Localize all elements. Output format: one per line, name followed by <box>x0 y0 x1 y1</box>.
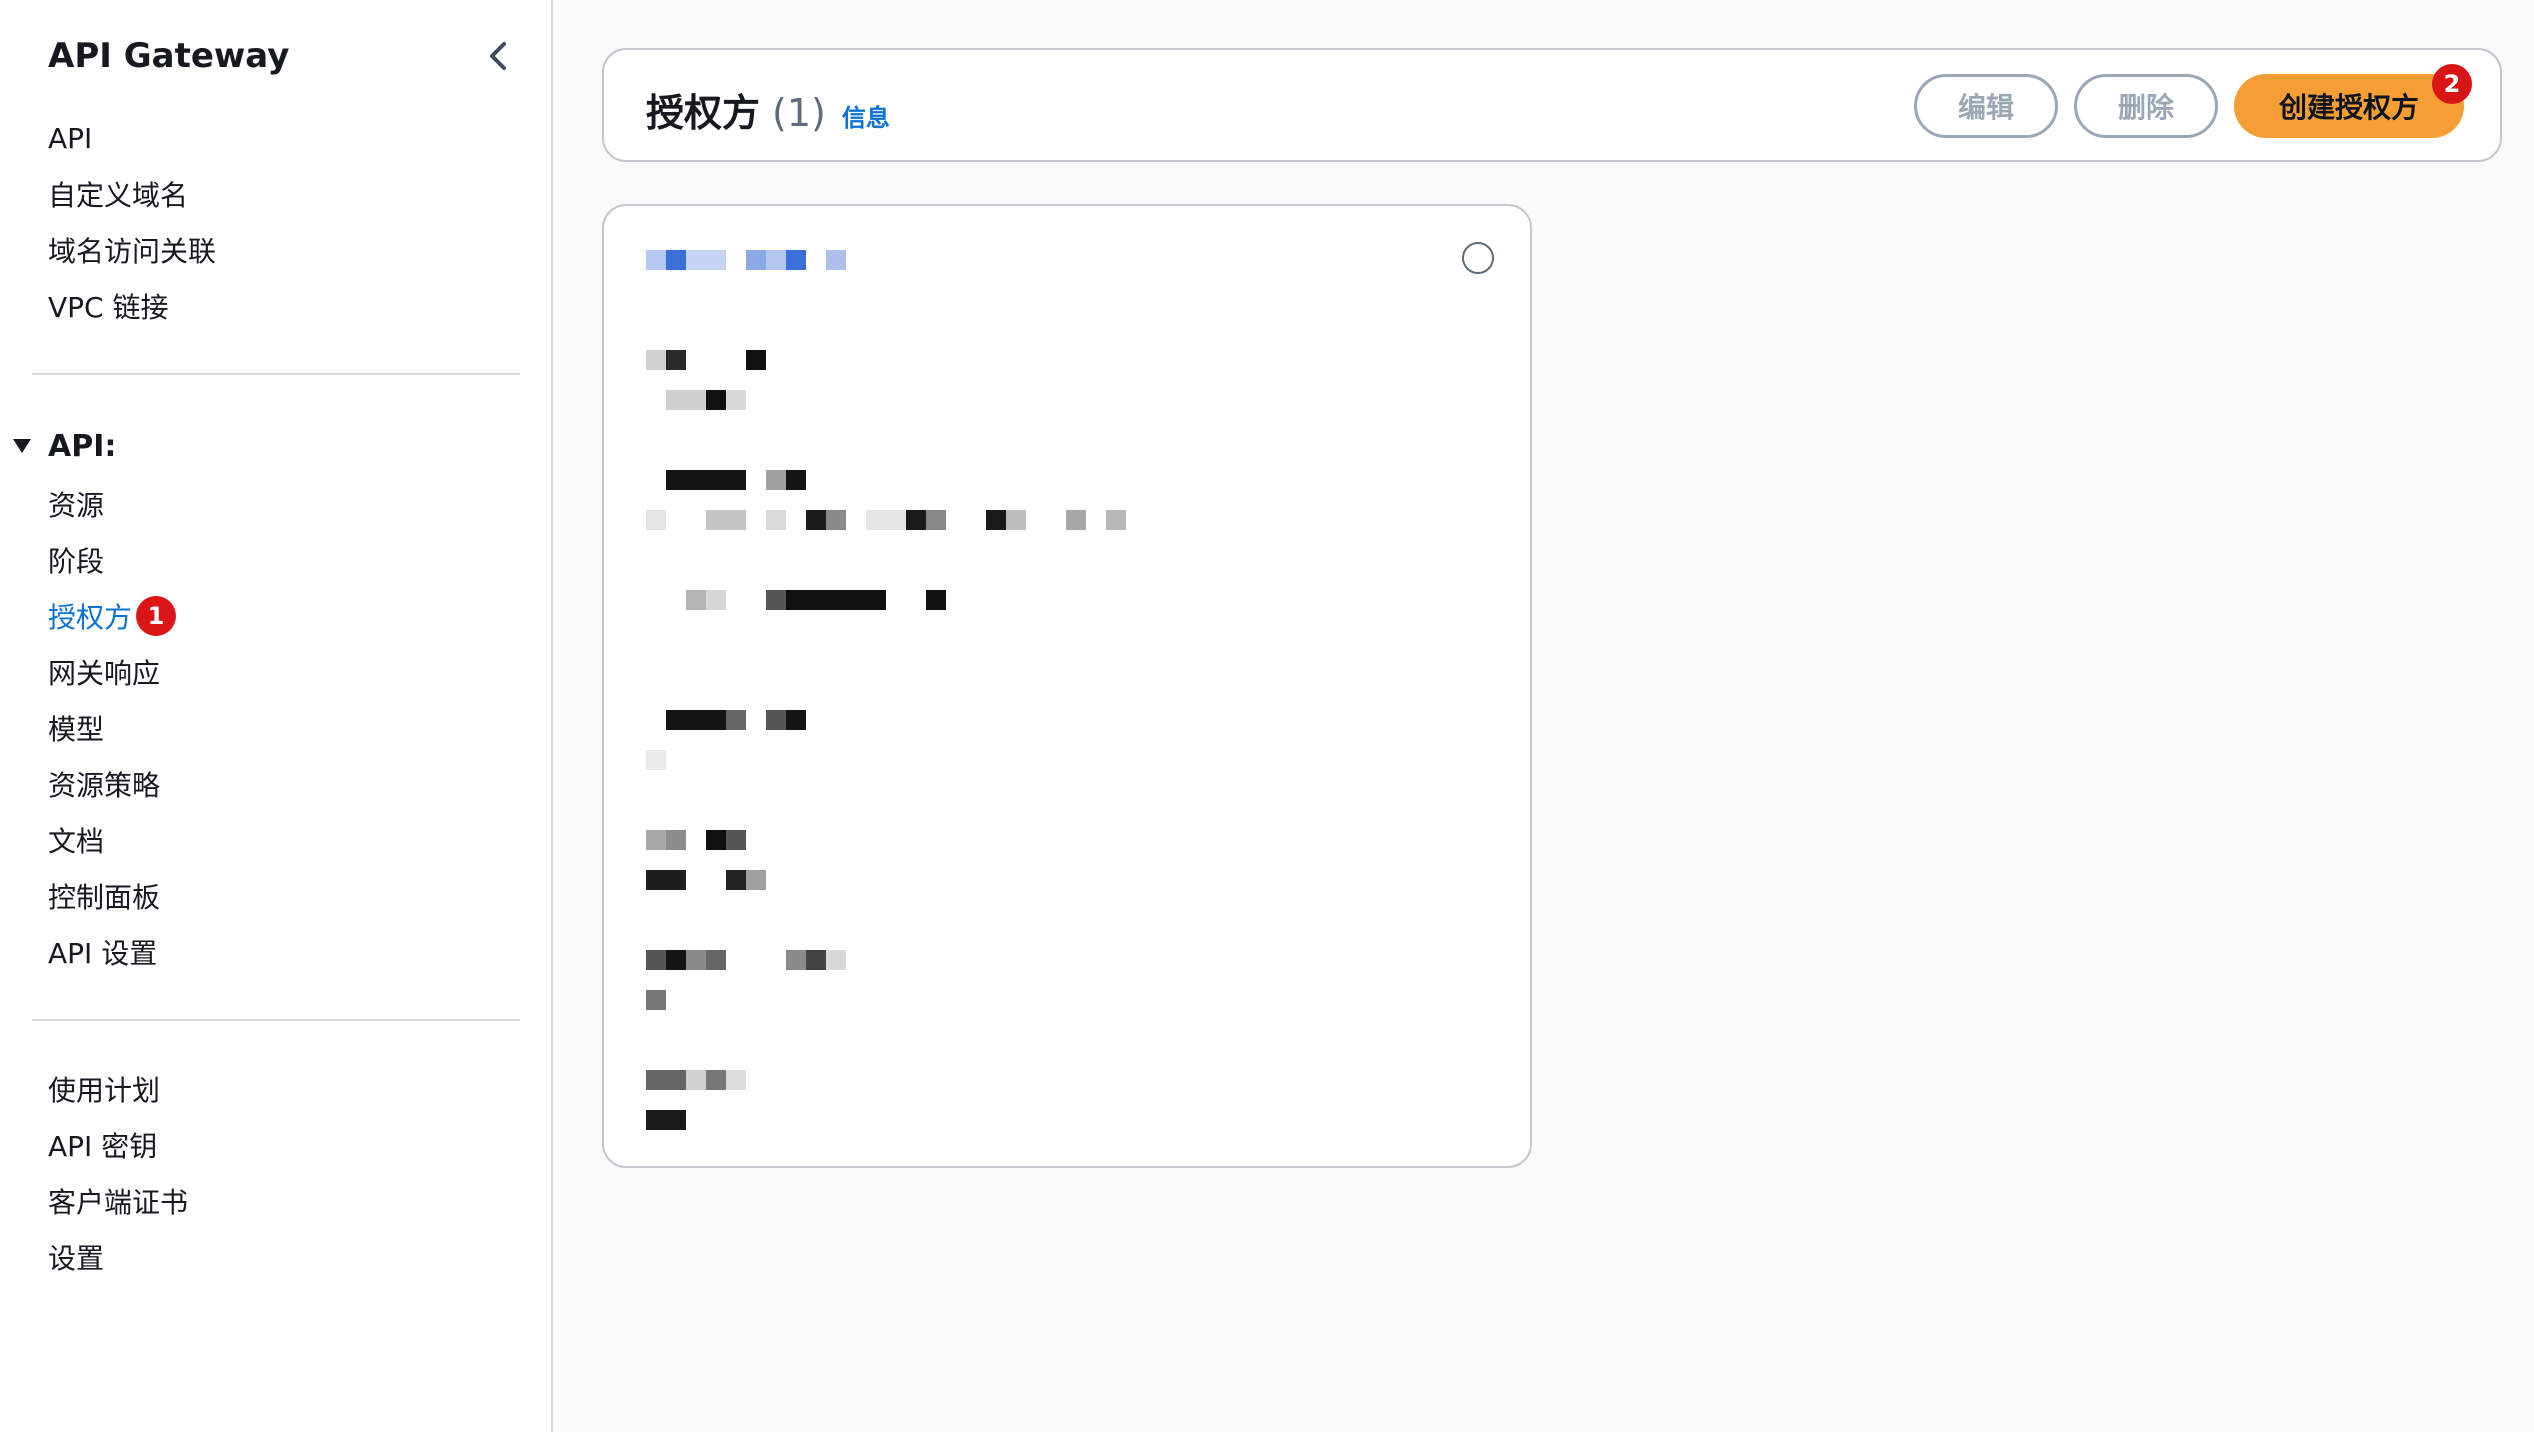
sidebar-item-usage-plans[interactable]: 使用计划 <box>48 1061 188 1117</box>
edit-button[interactable]: 编辑 <box>1914 74 2058 138</box>
sidebar-item-settings[interactable]: 设置 <box>48 1229 188 1285</box>
step-badge: 1 <box>136 596 177 636</box>
sidebar-title[interactable]: API Gateway <box>48 36 289 76</box>
sidebar-section-api[interactable]: API: <box>12 418 116 474</box>
sidebar-divider <box>32 373 520 375</box>
info-link[interactable]: 信息 <box>842 98 890 133</box>
sidebar-item-vpc-links[interactable]: VPC 链接 <box>48 278 216 334</box>
authorizer-count: (1) <box>772 91 826 135</box>
sidebar-divider <box>32 1019 520 1021</box>
sidebar-item-dashboard[interactable]: 控制面板 <box>48 868 176 924</box>
sidebar-item-client-certificates[interactable]: 客户端证书 <box>48 1173 188 1229</box>
sidebar-item-custom-domains[interactable]: 自定义域名 <box>48 166 216 222</box>
sidebar-item-domain-access[interactable]: 域名访问关联 <box>48 222 216 278</box>
sidebar-item-label: 授权方 <box>48 601 133 634</box>
sidebar-item-resource-policy[interactable]: 资源策略 <box>48 756 176 812</box>
sidebar-item-documentation[interactable]: 文档 <box>48 812 176 868</box>
sidebar-item-gateway-responses[interactable]: 网关响应 <box>48 644 176 700</box>
sidebar-header: API Gateway <box>48 28 518 84</box>
sidebar-item-api[interactable]: API <box>48 110 216 166</box>
delete-button[interactable]: 删除 <box>2074 74 2218 138</box>
sidebar-item-resources[interactable]: 资源 <box>48 476 176 532</box>
side-navigation: API Gateway API 自定义域名 域名访问关联 VPC 链接 API:… <box>0 0 553 1432</box>
authorizer-card[interactable] <box>602 204 1532 1168</box>
sidebar-top-list: API 自定义域名 域名访问关联 VPC 链接 <box>48 110 216 334</box>
create-authorizer-button[interactable]: 创建授权方 2 <box>2234 64 2472 138</box>
sidebar-item-authorizers[interactable]: 授权方 1 <box>48 588 177 644</box>
page-title-text: 授权方 <box>646 91 761 135</box>
step-badge: 2 <box>2432 64 2472 104</box>
sidebar-item-api-settings[interactable]: API 设置 <box>48 924 176 980</box>
radio-icon[interactable] <box>1462 242 1494 274</box>
sidebar-item-models[interactable]: 模型 <box>48 700 176 756</box>
sidebar-api-list: 资源 阶段 授权方 1 网关响应 模型 资源策略 文档 控制面板 API 设置 <box>48 476 177 980</box>
caret-down-icon <box>12 436 32 456</box>
sidebar-bottom-list: 使用计划 API 密钥 客户端证书 设置 <box>48 1061 188 1285</box>
sidebar-item-api-keys[interactable]: API 密钥 <box>48 1117 188 1173</box>
page-title: 授权方 (1) 信息 <box>646 82 890 137</box>
create-authorizer-label: 创建授权方 <box>2278 91 2419 124</box>
chevron-left-icon[interactable] <box>478 36 518 76</box>
sidebar-item-stages[interactable]: 阶段 <box>48 532 176 588</box>
sidebar-section-label: API: <box>48 428 117 464</box>
authorizers-header-panel: 授权方 (1) 信息 编辑 删除 创建授权方 2 <box>602 48 2502 162</box>
